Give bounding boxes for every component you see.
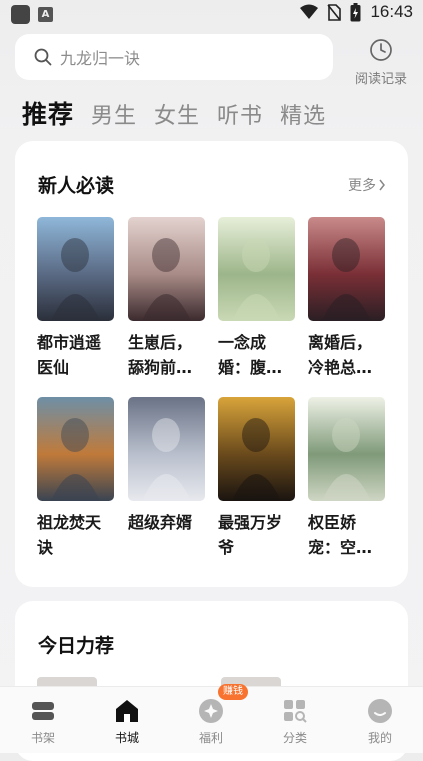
book-item[interactable]: 生崽后，舔狗前… bbox=[128, 217, 205, 380]
tab-male[interactable]: 男生 bbox=[91, 98, 137, 130]
profile-icon bbox=[368, 699, 392, 723]
reading-history-label: 阅读记录 bbox=[354, 72, 407, 87]
notification-square-icon bbox=[11, 5, 30, 24]
book-item[interactable]: 权臣娇宠：空… bbox=[308, 397, 385, 560]
reading-history-button[interactable]: 阅读记录 bbox=[348, 38, 414, 87]
nav-category[interactable]: 分类 bbox=[265, 697, 325, 746]
book-title: 权臣娇宠：空… bbox=[308, 513, 373, 557]
book-title: 超级弃婿 bbox=[128, 513, 193, 532]
nav-label: 福利 bbox=[198, 731, 223, 745]
nav-bookshelf[interactable]: 书架 bbox=[13, 697, 73, 746]
book-cover bbox=[218, 217, 295, 321]
book-item[interactable]: 离婚后，冷艳总… bbox=[308, 217, 385, 380]
section-title-2: 今日力荐 bbox=[38, 635, 115, 657]
book-cover bbox=[37, 217, 114, 321]
tab-featured[interactable]: 精选 bbox=[280, 98, 326, 130]
book-cover bbox=[128, 217, 205, 321]
nav-bookstore[interactable]: 书城 bbox=[97, 697, 157, 746]
more-label: 更多 bbox=[348, 178, 376, 194]
book-title: 一念成婚：腹… bbox=[218, 333, 283, 377]
battery-icon bbox=[350, 2, 361, 21]
earn-badge: 赚钱 bbox=[218, 684, 248, 700]
book-item[interactable]: 一念成婚：腹… bbox=[218, 217, 295, 380]
notification-a-icon: A bbox=[38, 7, 53, 22]
more-link[interactable]: 更多 bbox=[348, 175, 386, 195]
book-cover bbox=[308, 397, 385, 501]
nav-label: 书架 bbox=[30, 731, 55, 745]
book-title: 离婚后，冷艳总… bbox=[308, 333, 373, 377]
wifi-icon bbox=[300, 4, 319, 19]
bookstore-icon bbox=[116, 700, 138, 722]
nav-profile[interactable]: 我的 bbox=[350, 697, 410, 746]
book-cover bbox=[308, 217, 385, 321]
category-tabs: 推荐 男生 女生 听书 精选 bbox=[22, 95, 326, 131]
book-title: 生崽后，舔狗前… bbox=[128, 333, 193, 377]
section-title: 新人必读 bbox=[38, 175, 115, 197]
book-item[interactable]: 超级弃婿 bbox=[128, 397, 205, 560]
tab-female[interactable]: 女生 bbox=[154, 98, 200, 130]
new-reader-section: 新人必读 更多 都市逍遥医仙 生崽后，舔狗前… 一念成婚：腹… 离婚后，冷艳总… 祖龙焚… bbox=[15, 141, 408, 587]
book-title: 都市逍遥医仙 bbox=[37, 333, 102, 377]
status-time: 16:43 bbox=[370, 2, 413, 21]
book-item[interactable]: 祖龙焚天诀 bbox=[37, 397, 114, 560]
clock-icon bbox=[370, 39, 392, 61]
book-title: 最强万岁爷 bbox=[218, 513, 283, 557]
welfare-icon bbox=[199, 699, 223, 723]
bookshelf-icon bbox=[32, 702, 54, 720]
chevron-right-icon bbox=[379, 179, 385, 191]
nav-label: 分类 bbox=[282, 731, 307, 745]
bottom-nav: 书架 书城 福利 赚钱 分类 我的 bbox=[0, 684, 423, 753]
tab-recommend[interactable]: 推荐 bbox=[22, 95, 74, 131]
book-cover bbox=[37, 397, 114, 501]
book-title: 祖龙焚天诀 bbox=[37, 513, 102, 557]
nav-label: 我的 bbox=[367, 731, 392, 745]
nav-welfare[interactable]: 福利 bbox=[181, 697, 241, 746]
status-bar: A 16:43 bbox=[0, 0, 423, 30]
book-cover bbox=[128, 397, 205, 501]
nav-label: 书城 bbox=[114, 731, 139, 745]
no-sim-icon bbox=[327, 3, 342, 21]
search-bar[interactable]: 九龙归一诀 bbox=[15, 34, 333, 80]
book-item[interactable]: 都市逍遥医仙 bbox=[37, 217, 114, 380]
search-icon bbox=[34, 48, 52, 66]
search-placeholder: 九龙归一诀 bbox=[60, 49, 141, 68]
book-item[interactable]: 最强万岁爷 bbox=[218, 397, 295, 560]
tab-audiobook[interactable]: 听书 bbox=[217, 98, 263, 130]
category-icon bbox=[284, 700, 307, 723]
book-cover bbox=[218, 397, 295, 501]
